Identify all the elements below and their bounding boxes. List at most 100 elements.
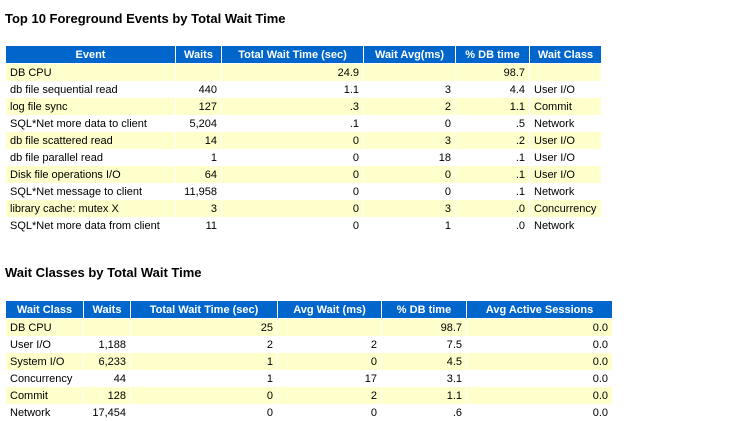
table-cell: 0: [222, 217, 363, 234]
table-cell: .3: [222, 98, 363, 115]
foreground-events-table: Event Waits Total Wait Time (sec) Wait A…: [5, 46, 602, 234]
wait-classes-title: Wait Classes by Total Wait Time: [5, 265, 202, 280]
table-cell: 3: [364, 132, 455, 149]
table-cell: 127: [176, 98, 221, 115]
table-cell: db file sequential read: [6, 81, 175, 98]
table-cell: 1.1: [382, 387, 466, 404]
table-cell: 3: [364, 200, 455, 217]
table-cell: 7.5: [382, 336, 466, 353]
table-row: db file sequential read 440 1.1 3 4.4 User I/…: [6, 81, 601, 98]
table-cell: 24.9: [222, 64, 363, 81]
table-cell: Disk file operations I/O: [6, 166, 175, 183]
table-cell: Network: [530, 115, 601, 132]
column-header[interactable]: Wait Class: [6, 301, 83, 319]
table-cell: db file scattered read: [6, 132, 175, 149]
table-cell: library cache: mutex X: [6, 200, 175, 217]
table-cell: 4.4: [456, 81, 529, 98]
table-header-row: Event Waits Total Wait Time (sec) Wait A…: [6, 46, 601, 64]
table-cell: 18: [364, 149, 455, 166]
table-cell: 4.5: [382, 353, 466, 370]
table-cell: .1: [222, 115, 363, 132]
column-header[interactable]: Waits: [84, 301, 130, 319]
column-header[interactable]: Wait Class: [530, 46, 601, 64]
table-cell: log file sync: [6, 98, 175, 115]
table-cell: 0: [222, 149, 363, 166]
table-cell: 11,958: [176, 183, 221, 200]
table-cell: 128: [84, 387, 130, 404]
table-cell: User I/O: [530, 81, 601, 98]
table-cell: User I/O: [530, 166, 601, 183]
table-cell: 0.0: [467, 404, 612, 421]
table-cell: 0.0: [467, 370, 612, 387]
table-cell: 3.1: [382, 370, 466, 387]
table-cell: DB CPU: [6, 64, 175, 81]
table-cell: .0: [456, 200, 529, 217]
table-cell: 0: [222, 166, 363, 183]
table-cell: Commit: [530, 98, 601, 115]
table-cell: 0: [222, 183, 363, 200]
table-cell: [530, 64, 601, 81]
table-cell: 1,188: [84, 336, 130, 353]
table-cell: 98.7: [382, 319, 466, 336]
column-header[interactable]: Wait Avg(ms): [364, 46, 455, 64]
table-row: Disk file operations I/O 64 0 0.1 User I/O: [6, 166, 601, 183]
column-header[interactable]: Total Wait Time (sec): [131, 301, 277, 319]
table-cell: 0.0: [467, 336, 612, 353]
table-cell: System I/O: [6, 353, 83, 370]
table-cell: .0: [456, 217, 529, 234]
table-cell: User I/O: [530, 149, 601, 166]
table-cell: 1: [131, 353, 277, 370]
table-cell: [364, 64, 455, 81]
column-header[interactable]: % DB time: [382, 301, 466, 319]
table-cell: 0: [364, 183, 455, 200]
table-cell: 2: [364, 98, 455, 115]
table-cell: 1.1: [222, 81, 363, 98]
table-cell: 1: [131, 370, 277, 387]
table-cell: [278, 319, 381, 336]
column-header[interactable]: Waits: [176, 46, 221, 64]
table-row: library cache: mutex X 3 0 3.0 Concurrency: [6, 200, 601, 217]
table-cell: 0: [131, 387, 277, 404]
column-header[interactable]: Total Wait Time (sec): [222, 46, 363, 64]
foreground-events-title: Top 10 Foreground Events by Total Wait T…: [5, 11, 286, 26]
table-cell: Network: [6, 404, 83, 421]
column-header[interactable]: Avg Wait (ms): [278, 301, 381, 319]
table-cell: db file parallel read: [6, 149, 175, 166]
table-row: User I/O 1,188 2 2 7.5 0.0: [6, 336, 612, 353]
table-cell: 0: [278, 353, 381, 370]
table-cell: .1: [456, 149, 529, 166]
table-cell: 0.0: [467, 353, 612, 370]
table-cell: [176, 64, 221, 81]
column-header[interactable]: Event: [6, 46, 175, 64]
table-row: Commit 128 0 2 1.1 0.0: [6, 387, 612, 404]
table-cell: 1: [176, 149, 221, 166]
table-row: log file sync 127.3 2 1.1 Commit: [6, 98, 601, 115]
table-cell: SQL*Net message to client: [6, 183, 175, 200]
column-header[interactable]: % DB time: [456, 46, 529, 64]
table-cell: 25: [131, 319, 277, 336]
table-cell: 64: [176, 166, 221, 183]
table-row: DB CPU 25 98.7 0.0: [6, 319, 612, 336]
table-cell: .5: [456, 115, 529, 132]
table-cell: 0: [222, 132, 363, 149]
table-cell: 0: [222, 200, 363, 217]
table-cell: 44: [84, 370, 130, 387]
table-row: SQL*Net message to client 11,958 0 0.1 Netwo…: [6, 183, 601, 200]
table-row: SQL*Net more data from client 11 0 1.0 Netwo…: [6, 217, 601, 234]
table-cell: Network: [530, 217, 601, 234]
table-cell: 2: [131, 336, 277, 353]
table-cell: 11: [176, 217, 221, 234]
table-cell: [84, 319, 130, 336]
table-cell: 5,204: [176, 115, 221, 132]
table-row: Concurrency 44 1 17 3.1 0.0: [6, 370, 612, 387]
table-cell: Network: [530, 183, 601, 200]
table-cell: 98.7: [456, 64, 529, 81]
table-cell: 3: [176, 200, 221, 217]
table-cell: SQL*Net more data from client: [6, 217, 175, 234]
table-row: System I/O 6,233 1 0 4.5 0.0: [6, 353, 612, 370]
table-header-row: Wait Class Waits Total Wait Time (sec) A…: [6, 301, 612, 319]
table-cell: .2: [456, 132, 529, 149]
column-header[interactable]: Avg Active Sessions: [467, 301, 612, 319]
table-cell: 1.1: [456, 98, 529, 115]
table-row: db file parallel read 1 0 18.1 User I/O: [6, 149, 601, 166]
